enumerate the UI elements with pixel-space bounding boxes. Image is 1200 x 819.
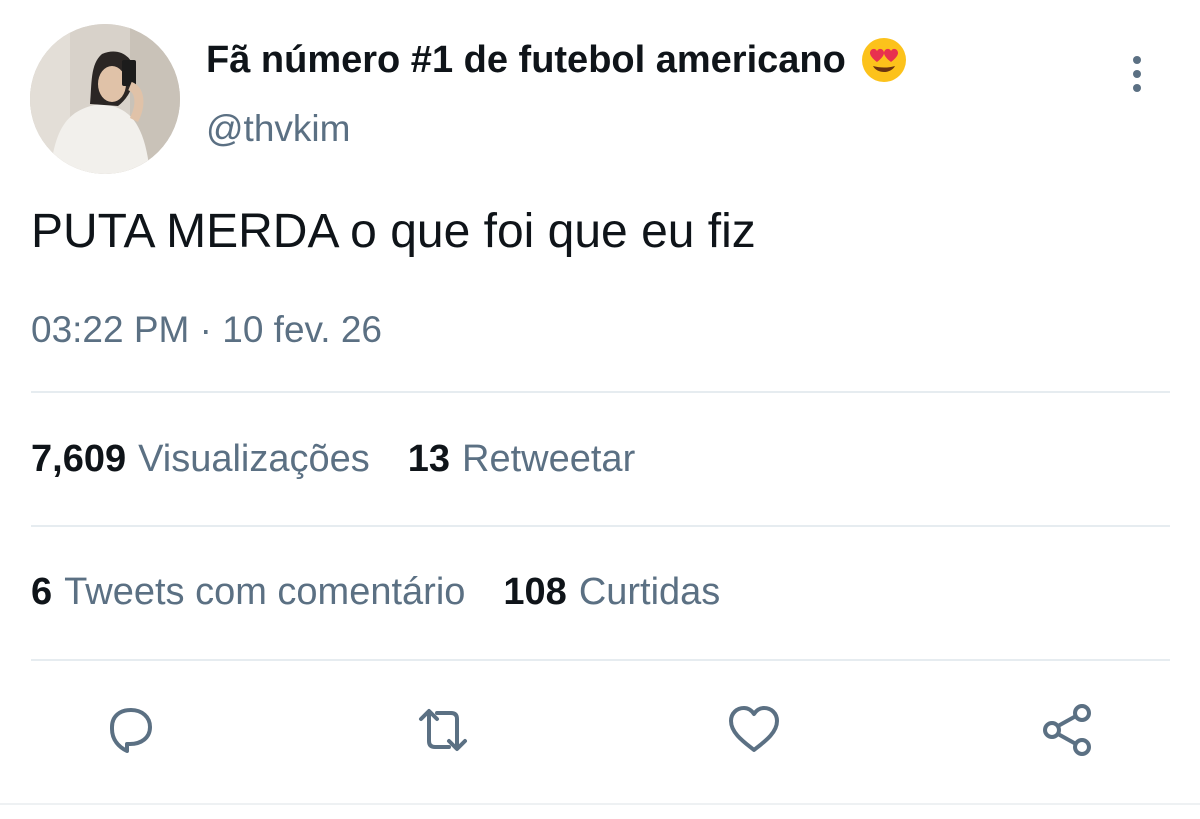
likes-label: Curtidas [578, 571, 721, 613]
retweets-label: Retweetar [462, 438, 636, 480]
views-stat[interactable]: 7,609 Visualizações [31, 438, 370, 481]
like-button[interactable] [724, 700, 784, 760]
retweet-icon [419, 709, 467, 751]
retweets-stat[interactable]: 13 Retweetar [408, 438, 635, 481]
share-button[interactable] [1037, 700, 1097, 760]
like-icon [729, 706, 779, 752]
avatar[interactable] [30, 24, 180, 174]
divider [31, 659, 1170, 661]
likes-count: 108 [503, 571, 567, 613]
divider [31, 391, 1170, 393]
views-label: Visualizações [138, 438, 370, 480]
tweet-timestamp[interactable]: 03:22 PM · 10 fev. 26 [31, 309, 382, 351]
quotes-stat[interactable]: 6 Tweets com comentário [31, 571, 465, 614]
reply-button[interactable] [101, 700, 161, 760]
quotes-label: Tweets com comentário [64, 571, 466, 613]
stats-row-1: 7,609 Visualizações 13 Retweetar [31, 438, 673, 481]
avatar-image [30, 24, 180, 174]
stats-row-2: 6 Tweets com comentário 108 Curtidas [31, 571, 758, 614]
divider [31, 525, 1170, 527]
likes-stat[interactable]: 108 Curtidas [503, 571, 720, 614]
user-handle[interactable]: @thvkim [206, 108, 350, 150]
more-options-icon[interactable] [1125, 54, 1149, 94]
reply-icon [110, 708, 152, 753]
display-name[interactable]: Fã número #1 de futebol americano [206, 36, 908, 84]
display-name-text: Fã número #1 de futebol americano [206, 38, 846, 81]
tweet-text: PUTA MERDA o que foi que eu fiz [31, 205, 756, 258]
views-count: 7,609 [31, 438, 127, 480]
share-icon [1043, 704, 1091, 756]
retweets-count: 13 [407, 438, 451, 480]
bottom-divider [0, 803, 1200, 805]
heart-eyes-emoji-icon [860, 36, 908, 84]
retweet-button[interactable] [413, 700, 473, 760]
quotes-count: 6 [31, 571, 53, 613]
